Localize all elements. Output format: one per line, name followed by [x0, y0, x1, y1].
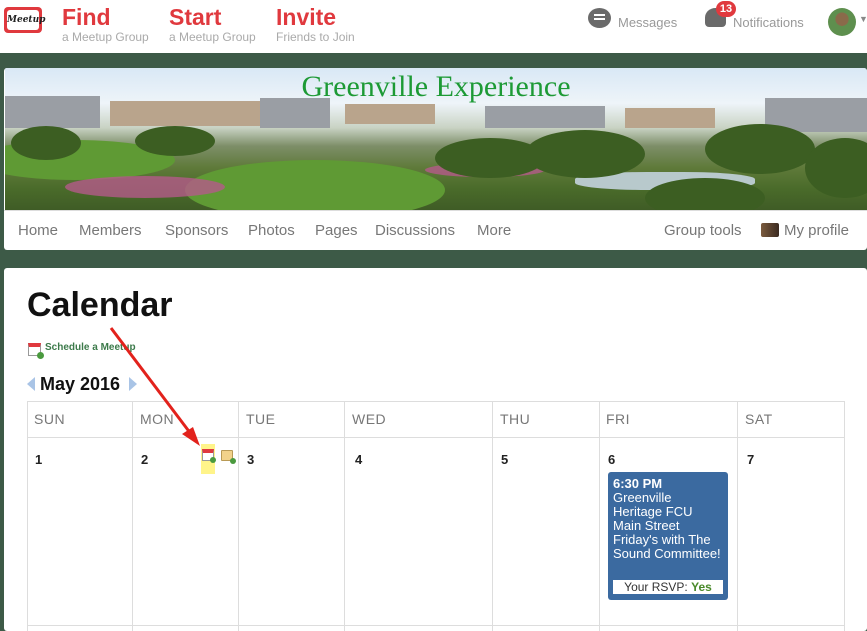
schedule-meetup-link[interactable]: Schedule a Meetup [45, 342, 136, 353]
copy-event-icon[interactable] [221, 450, 236, 464]
meetup-logo[interactable]: Meetup [4, 7, 45, 33]
nav-sponsors[interactable]: Sponsors [165, 222, 228, 239]
logo-text: Meetup [7, 10, 45, 30]
group-subnav: Home Members Sponsors Photos Pages Discu… [4, 210, 867, 250]
rsvp-value: Yes [691, 580, 712, 594]
previous-month-arrow-icon[interactable] [27, 377, 35, 391]
day-cell-2[interactable]: 2 [141, 452, 148, 467]
messages-icon[interactable] [588, 8, 611, 28]
my-profile-link[interactable]: My profile [784, 222, 849, 239]
chevron-down-icon[interactable]: ▼ [859, 14, 867, 24]
event-card[interactable]: 6:30 PM Greenville Heritage FCU Main Str… [608, 472, 728, 600]
weekday-fri: FRI [606, 411, 631, 427]
day-cell-5[interactable]: 5 [501, 452, 508, 467]
nav-more[interactable]: More [477, 222, 511, 239]
invite-title: Invite [276, 4, 337, 30]
day-cell-1[interactable]: 1 [35, 452, 42, 467]
rsvp-label: Your RSVP: [624, 580, 688, 594]
nav-members[interactable]: Members [79, 222, 142, 239]
nav-home[interactable]: Home [18, 222, 58, 239]
month-label: May 2016 [40, 374, 121, 394]
group-tools-link[interactable]: Group tools [664, 222, 742, 239]
day-cell-4[interactable]: 4 [355, 452, 362, 467]
event-time: 6:30 PM [613, 476, 663, 491]
top-navbar: Meetup Find a Meetup Group Start a Meetu… [0, 0, 867, 53]
weekday-tue: TUE [246, 411, 276, 427]
calendar-page: Calendar Schedule a Meetup May 2016 SUN … [4, 268, 867, 631]
notifications-label[interactable]: Notifications [733, 15, 804, 30]
weekday-mon: MON [140, 411, 175, 427]
start-title: Start [169, 4, 222, 30]
weekday-thu: THU [500, 411, 531, 427]
invite-friends-link[interactable]: Invite Friends to Join [276, 4, 355, 44]
day-cell-3[interactable]: 3 [247, 452, 254, 467]
add-event-calendar-icon[interactable] [201, 444, 216, 474]
nav-photos[interactable]: Photos [248, 222, 295, 239]
weekday-wed: WED [352, 411, 387, 427]
group-name[interactable]: Greenville Experience [5, 70, 867, 104]
day-cell-7[interactable]: 7 [747, 452, 754, 467]
day-cell-6[interactable]: 6 [608, 452, 615, 467]
rsvp-status: Your RSVP: Yes [613, 580, 723, 594]
invite-subtitle: Friends to Join [276, 30, 355, 44]
messages-label[interactable]: Messages [618, 15, 677, 30]
nav-pages[interactable]: Pages [315, 222, 358, 239]
group-banner-image: Greenville Experience [5, 68, 867, 210]
profile-thumbnail [761, 223, 779, 237]
group-header: Greenville Experience Home Members Spons… [4, 68, 867, 250]
page-title: Calendar [27, 286, 173, 324]
start-group-link[interactable]: Start a Meetup Group [169, 4, 256, 44]
schedule-meetup-icon[interactable] [28, 343, 44, 359]
weekday-sun: SUN [34, 411, 66, 427]
user-avatar[interactable] [828, 8, 856, 36]
find-group-link[interactable]: Find a Meetup Group [62, 4, 149, 44]
find-title: Find [62, 4, 111, 30]
weekday-sat: SAT [745, 411, 773, 427]
nav-discussions[interactable]: Discussions [375, 222, 455, 239]
find-subtitle: a Meetup Group [62, 30, 149, 44]
start-subtitle: a Meetup Group [169, 30, 256, 44]
event-title[interactable]: Greenville Heritage FCU Main Street Frid… [613, 491, 723, 561]
next-month-arrow-icon[interactable] [129, 377, 137, 391]
